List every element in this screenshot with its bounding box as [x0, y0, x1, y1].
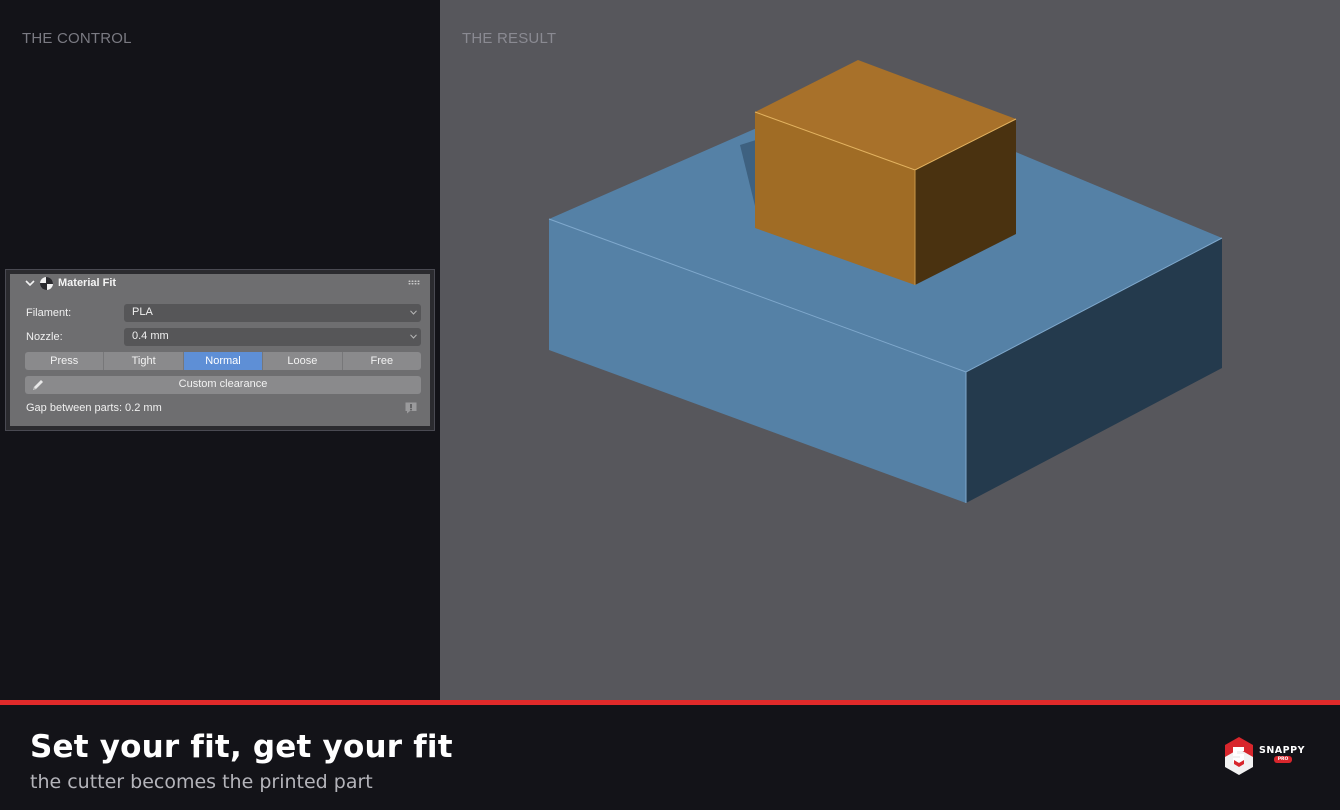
control-section-label: THE CONTROL [22, 30, 132, 47]
panel-title: Material Fit [58, 277, 117, 289]
nozzle-select[interactable]: 0.4 mm [124, 328, 421, 346]
chevron-down-icon[interactable] [24, 277, 36, 289]
control-pane: THE CONTROL Material Fit Filament: PLA N… [0, 0, 440, 700]
subheadline: the cutter becomes the printed part [30, 771, 373, 793]
brand-logo: SNAPPY PRO [1222, 735, 1312, 777]
caret-down-icon [410, 334, 417, 339]
result-section-label: THE RESULT [462, 30, 557, 47]
fit-option-free[interactable]: Free [342, 352, 421, 370]
result-viewport [440, 0, 1340, 700]
headline: Set your fit, get your fit [30, 729, 453, 765]
material-icon [40, 277, 53, 290]
app-canvas: THE CONTROL Material Fit Filament: PLA N… [0, 0, 1340, 810]
fit-segmented-control: Press Tight Normal Loose Free [25, 352, 421, 370]
gap-readout: Gap between parts: 0.2 mm [26, 402, 162, 414]
info-icon[interactable] [404, 401, 418, 415]
filament-value: PLA [132, 306, 153, 318]
fit-option-press[interactable]: Press [25, 352, 105, 370]
panel-header[interactable]: Material Fit [10, 274, 430, 294]
3d-scene [548, 60, 1223, 503]
filament-select[interactable]: PLA [124, 304, 421, 322]
material-fit-panel: Material Fit Filament: PLA Nozzle: 0.4 m… [10, 274, 430, 426]
filament-label: Filament: [26, 307, 72, 319]
custom-clearance-label: Custom clearance [178, 378, 268, 390]
brand-name: SNAPPY [1259, 745, 1305, 756]
fit-option-tight[interactable]: Tight [104, 352, 184, 370]
snappy-logo-icon [1225, 737, 1253, 775]
nozzle-value: 0.4 mm [132, 330, 169, 342]
caption-bar: Set your fit, get your fit the cutter be… [0, 705, 1340, 810]
brand-badge: PRO [1274, 756, 1292, 763]
caret-down-icon [410, 310, 417, 315]
fit-option-normal[interactable]: Normal [183, 352, 264, 370]
nozzle-label: Nozzle: [26, 331, 63, 343]
grip-icon[interactable] [408, 280, 420, 285]
fit-option-loose[interactable]: Loose [263, 352, 343, 370]
custom-clearance-button[interactable]: Custom clearance [25, 376, 421, 394]
